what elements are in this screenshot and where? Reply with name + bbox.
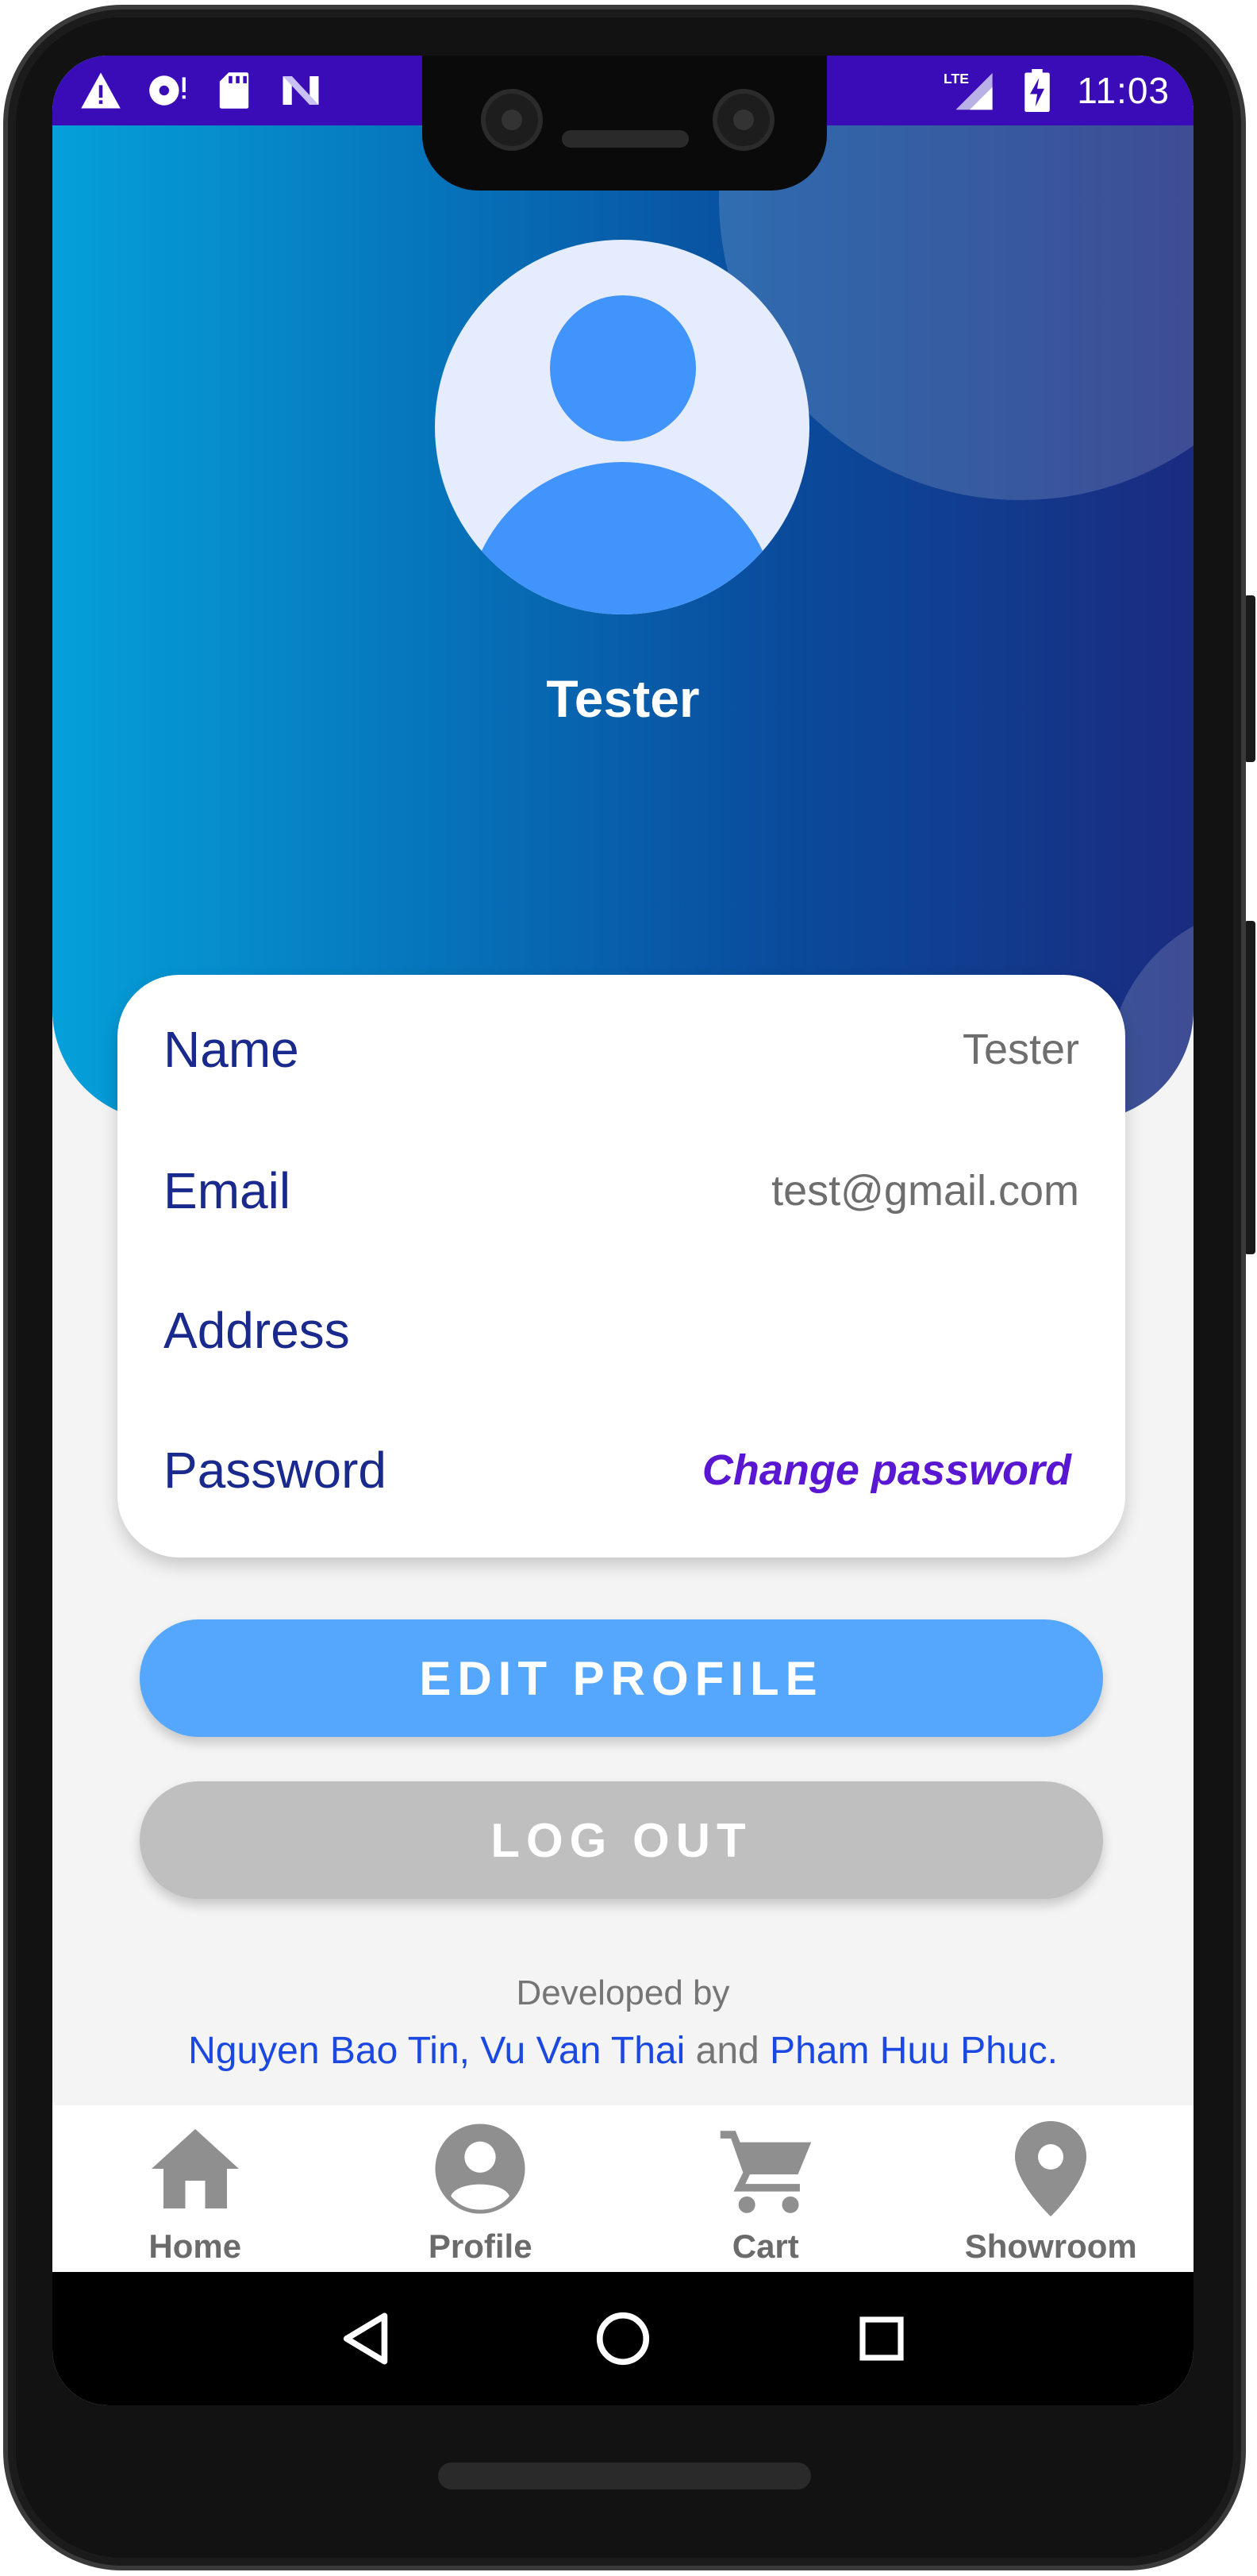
info-row-name: Name Tester — [163, 1010, 1079, 1089]
name-label: Name — [163, 1021, 299, 1078]
svg-text:LTE: LTE — [944, 71, 969, 87]
credit-connector: and — [685, 2030, 771, 2072]
avatar[interactable] — [435, 240, 809, 614]
front-camera — [713, 89, 775, 151]
credit-names-1: Nguyen Bao Tin, Vu Van Thai — [188, 2030, 686, 2072]
profile-icon — [431, 2120, 529, 2218]
bottom-speaker — [438, 2462, 811, 2489]
password-label: Password — [163, 1442, 386, 1499]
nav-item-home[interactable]: Home — [52, 2105, 338, 2272]
battery-charging-icon — [1021, 69, 1053, 112]
power-button — [1244, 595, 1255, 762]
home-icon — [146, 2120, 244, 2218]
front-camera — [481, 89, 543, 151]
nav-label: Home — [148, 2228, 242, 2265]
recents-icon[interactable] — [846, 2303, 917, 2374]
email-value: test@gmail.com — [771, 1167, 1079, 1215]
disc-sync-icon — [146, 69, 189, 112]
back-icon[interactable] — [329, 2303, 400, 2374]
email-label: Email — [163, 1162, 291, 1219]
info-row-address: Address — [163, 1291, 1079, 1370]
nav-item-showroom[interactable]: Showroom — [909, 2105, 1194, 2272]
credit-names-2: Pham Huu Phuc. — [770, 2030, 1058, 2072]
bottom-navigation: Home Profile Cart Showroom — [52, 2105, 1194, 2272]
nav-label: Cart — [732, 2228, 799, 2265]
earpiece-speaker — [562, 130, 689, 148]
system-navigation-bar — [52, 2272, 1194, 2405]
profile-header: Tester — [52, 56, 1194, 1121]
info-row-email: Email test@gmail.com — [163, 1151, 1079, 1230]
edit-profile-button[interactable]: EDIT PROFILE — [140, 1619, 1103, 1737]
sd-card-icon — [213, 69, 256, 112]
developed-by-text: Developed by — [516, 1973, 730, 2012]
info-row-password: Password Change password — [163, 1430, 1079, 1510]
developer-credits: Nguyen Bao Tin, Vu Van Thai and Pham Huu… — [52, 2029, 1194, 2073]
nav-item-cart[interactable]: Cart — [623, 2105, 909, 2272]
user-info-card: Name Tester Email test@gmail.com Address… — [117, 975, 1125, 1558]
n-logo-icon — [279, 69, 322, 112]
home-circle-icon[interactable] — [587, 2303, 659, 2374]
log-out-button[interactable]: LOG OUT — [140, 1781, 1103, 1899]
app-screen: Tester LTE 11:03 Name Tester Email test@… — [52, 56, 1194, 2405]
location-pin-icon — [1001, 2120, 1100, 2218]
camera-notch — [422, 56, 827, 191]
avatar-head — [550, 295, 696, 441]
cart-icon — [717, 2120, 815, 2218]
user-display-name: Tester — [546, 669, 700, 728]
nav-label: Showroom — [964, 2228, 1137, 2265]
volume-button — [1244, 921, 1255, 1254]
change-password-link[interactable]: Change password — [702, 1446, 1071, 1495]
clock: 11:03 — [1077, 70, 1170, 111]
name-value: Tester — [962, 1026, 1079, 1073]
nav-item-profile[interactable]: Profile — [338, 2105, 624, 2272]
nav-label: Profile — [428, 2228, 532, 2265]
lte-signal-icon: LTE — [942, 69, 998, 112]
address-label: Address — [163, 1302, 350, 1359]
warning-icon — [79, 69, 122, 112]
avatar-body — [467, 462, 778, 614]
